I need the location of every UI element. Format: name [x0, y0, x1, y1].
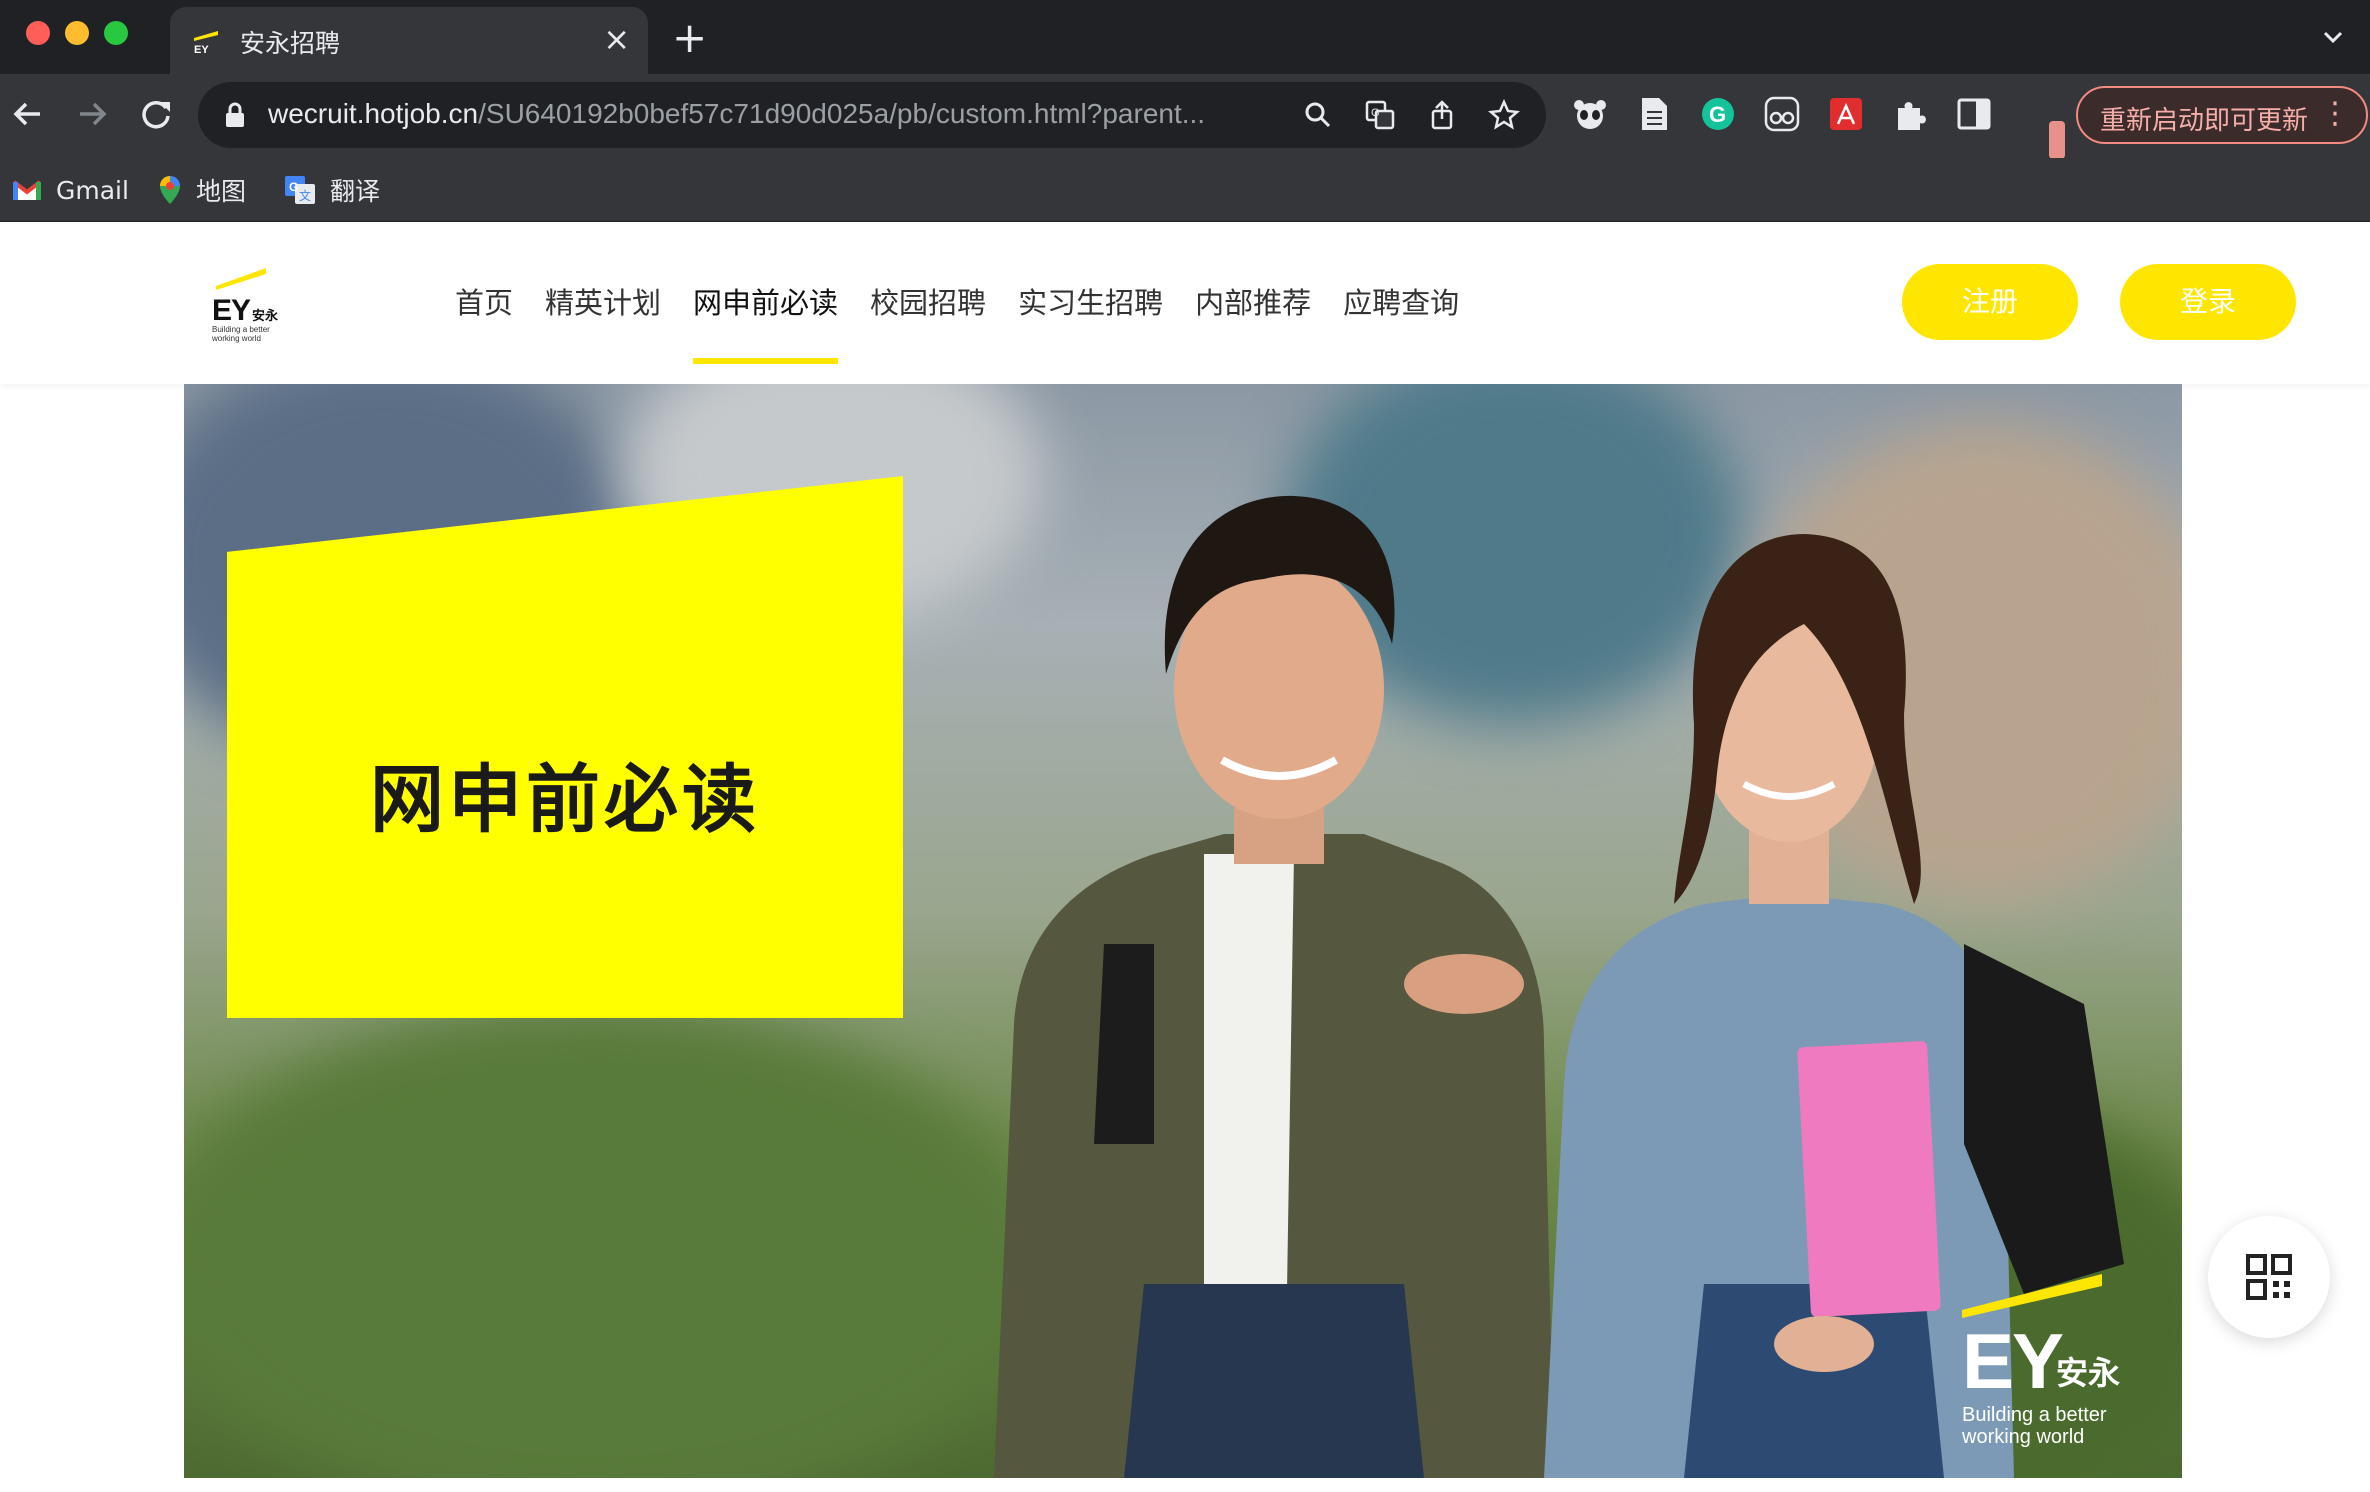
gmail-icon: [12, 180, 42, 200]
document-extension-icon[interactable]: [1634, 94, 1674, 134]
hero-title: 网申前必读: [370, 757, 760, 843]
nav-item-internal-referral[interactable]: 内部推荐: [1195, 280, 1311, 364]
svg-text:G: G: [289, 180, 298, 194]
main-nav: 首页 精英计划 网申前必读 校园招聘 实习生招聘 内部推荐 应聘查询: [455, 280, 1491, 364]
back-arrow-icon[interactable]: [8, 94, 48, 134]
bookmark-label: Gmail: [56, 175, 129, 205]
ey-beam-icon: [1962, 1274, 2102, 1318]
ey-tagline: Building a better working world: [1962, 1404, 2107, 1448]
share-icon[interactable]: [1426, 99, 1458, 131]
bookmarks-bar: Gmail 地图 G 文 翻译: [0, 158, 2370, 222]
browser-tab-bar: EY 安永招聘 × +: [0, 0, 2370, 74]
ey-brand-text: EY: [1962, 1317, 2064, 1405]
maximize-window-button[interactable]: [104, 21, 128, 45]
extensions-puzzle-icon[interactable]: [1890, 94, 1930, 134]
panda-extension-icon[interactable]: [1570, 94, 1610, 134]
logo-cn: 安永: [252, 308, 279, 324]
bookmark-label: 翻译: [330, 177, 381, 206]
svg-text:EY: EY: [194, 44, 209, 55]
address-bar[interactable]: wecruit.hotjob.cn/SU640192b0bef57c71d90d…: [198, 82, 1546, 148]
reload-icon[interactable]: [136, 94, 176, 134]
logo-text: EY: [212, 294, 251, 327]
forward-arrow-icon[interactable]: [72, 94, 112, 134]
close-window-button[interactable]: [26, 21, 50, 45]
zoom-search-icon[interactable]: [1302, 99, 1334, 131]
nav-item-intern-recruitment[interactable]: 实习生招聘: [1018, 280, 1163, 364]
nav-item-home[interactable]: 首页: [455, 280, 513, 364]
translate-page-icon[interactable]: G: [1364, 99, 1396, 131]
grammarly-icon[interactable]: G: [1698, 94, 1738, 134]
lock-icon[interactable]: [224, 102, 246, 128]
pdf-extension-icon[interactable]: [1826, 94, 1866, 134]
more-menu-icon[interactable]: ⋮: [2320, 96, 2350, 131]
profile-indicator: [2049, 121, 2065, 159]
ey-favicon-icon: EY: [194, 31, 218, 55]
new-tab-button[interactable]: +: [672, 14, 707, 62]
ey-tagline-line-2: working world: [1962, 1426, 2085, 1448]
tab-search-chevron-icon[interactable]: [2318, 22, 2348, 52]
nav-item-campus-recruitment[interactable]: 校园招聘: [870, 280, 986, 364]
svg-text:文: 文: [299, 188, 311, 203]
ey-brand-cn: 安永: [2056, 1354, 2121, 1392]
logo-tagline-2: working world: [211, 334, 261, 343]
bookmark-label: 地图: [196, 177, 247, 206]
hero-title-card: 网申前必读: [227, 476, 903, 1018]
svg-text:G: G: [1371, 107, 1380, 119]
browser-toolbar: wecruit.hotjob.cn/SU640192b0bef57c71d90d…: [0, 74, 2370, 158]
register-button[interactable]: 注册: [1902, 264, 2078, 340]
translate-icon: G 文: [285, 176, 315, 204]
url-text[interactable]: wecruit.hotjob.cn/SU640192b0bef57c71d90d…: [268, 98, 1205, 130]
qr-code-icon: [2246, 1254, 2292, 1300]
tab-title: 安永招聘: [240, 29, 341, 58]
bookmark-maps[interactable]: 地图: [158, 170, 246, 210]
bookmark-gmail[interactable]: Gmail: [12, 170, 129, 210]
browser-tab[interactable]: EY 安永招聘 ×: [170, 7, 648, 74]
bookmark-star-icon[interactable]: [1488, 99, 1520, 131]
tab-close-icon[interactable]: ×: [603, 19, 630, 59]
update-label: 重新启动即可更新: [2100, 106, 2309, 136]
site-header: EY 安永 Building a better working world 首页…: [0, 224, 2370, 384]
nav-item-read-before-apply[interactable]: 网申前必读: [693, 280, 839, 364]
nav-item-application-query[interactable]: 应聘查询: [1343, 280, 1459, 364]
bookmark-translate[interactable]: G 文 翻译: [284, 170, 380, 210]
logo-tagline-1: Building a better: [212, 325, 270, 334]
side-panel-icon[interactable]: [1954, 94, 1994, 134]
hero-banner: 网申前必读 EY 安永 Building a better working wo…: [184, 384, 2182, 1478]
reader-extension-icon[interactable]: [1762, 94, 1802, 134]
minimize-window-button[interactable]: [65, 21, 89, 45]
ey-tagline-line-1: Building a better: [1962, 1404, 2107, 1426]
nav-item-elite-program[interactable]: 精英计划: [545, 280, 661, 364]
maps-icon: [160, 176, 180, 204]
login-button[interactable]: 登录: [2120, 264, 2296, 340]
update-chrome-button[interactable]: 重新启动即可更新 ⋮: [2076, 86, 2368, 144]
ey-brand-mark: EY 安永 Building a better working world: [1962, 1260, 2142, 1460]
svg-text:G: G: [1709, 102, 1726, 127]
qr-code-button[interactable]: [2208, 1216, 2330, 1338]
ey-logo[interactable]: EY 安永 Building a better working world: [210, 264, 290, 346]
